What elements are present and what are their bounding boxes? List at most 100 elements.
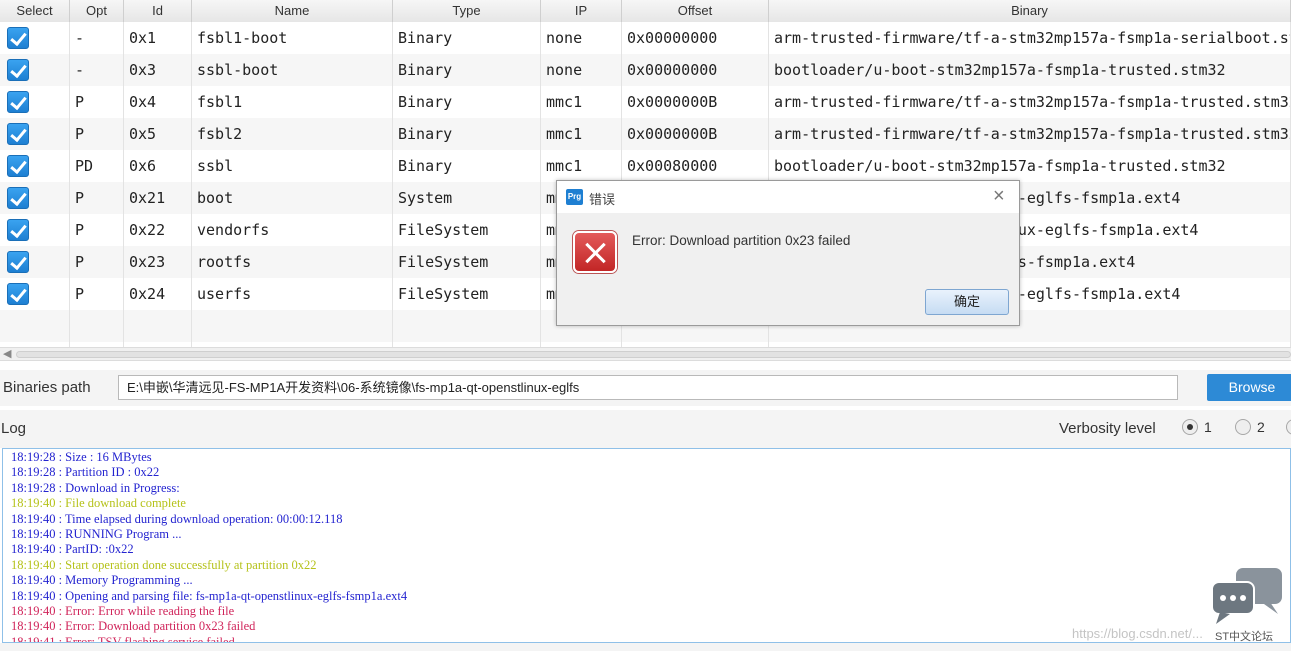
opt-cell: - — [70, 22, 124, 54]
select-checkbox[interactable] — [7, 187, 29, 209]
verbosity-label: Verbosity level — [1059, 420, 1156, 437]
binaries-path-bar: Binaries path E:\申嵌\华清远见-FS-MP1A开发资料\06-… — [0, 370, 1291, 406]
name-cell: ssbl-boot — [192, 54, 393, 86]
col-header-binary[interactable]: Binary — [769, 0, 1291, 22]
log-line: 18:19:28 : Partition ID : 0x22 — [11, 465, 160, 480]
select-cell — [0, 150, 70, 182]
select-cell — [0, 22, 70, 54]
csdn-watermark: https://blog.csdn.net/... — [1072, 626, 1203, 641]
select-checkbox[interactable] — [7, 219, 29, 241]
col-header-id[interactable]: Id — [124, 0, 192, 22]
ip-cell: none — [541, 22, 622, 54]
select-cell — [0, 246, 70, 278]
opt-cell: PD — [70, 150, 124, 182]
error-dialog: Prg 错误 × Error: Download partition 0x23 … — [556, 180, 1020, 326]
select-cell — [0, 86, 70, 118]
select-cell — [0, 118, 70, 150]
id-cell: 0x22 — [124, 214, 192, 246]
scrollbar-thumb[interactable] — [16, 351, 1291, 358]
select-checkbox[interactable] — [7, 59, 29, 81]
name-cell: fsbl2 — [192, 118, 393, 150]
opt-cell: P — [70, 278, 124, 310]
select-cell — [0, 310, 70, 342]
select-cell — [0, 214, 70, 246]
opt-cell — [70, 310, 124, 342]
select-checkbox[interactable] — [7, 251, 29, 273]
ok-button[interactable]: 确定 — [925, 289, 1009, 315]
select-checkbox[interactable] — [7, 123, 29, 145]
binary-cell: arm-trusted-firmware/tf-a-stm32mp157a-fs… — [769, 22, 1291, 54]
log-line: 18:19:40 : Error: Download partition 0x2… — [11, 619, 256, 634]
verbosity-radio-1[interactable] — [1182, 419, 1198, 435]
select-cell — [0, 278, 70, 310]
id-cell: 0x6 — [124, 150, 192, 182]
type-cell: Binary — [393, 118, 541, 150]
id-cell: 0x4 — [124, 86, 192, 118]
ip-cell: mmc1 — [541, 86, 622, 118]
select-checkbox[interactable] — [7, 27, 29, 49]
name-cell: userfs — [192, 278, 393, 310]
dialog-titlebar[interactable]: Prg 错误 × — [557, 181, 1019, 213]
table-row[interactable]: P 0x4 fsbl1 Binary mmc1 0x0000000B arm-trusted… — [0, 86, 1291, 118]
select-cell — [0, 182, 70, 214]
table-horizontal-scrollbar[interactable]: ◀ — [0, 347, 1291, 361]
select-checkbox[interactable] — [7, 155, 29, 177]
log-label: Log — [1, 420, 27, 437]
opt-cell: P — [70, 118, 124, 150]
type-cell: Binary — [393, 86, 541, 118]
select-checkbox[interactable] — [7, 91, 29, 113]
col-header-select[interactable]: Select — [0, 0, 70, 22]
log-header: Log Verbosity level 1 2 — [0, 410, 1291, 448]
id-cell: 0x21 — [124, 182, 192, 214]
offset-cell: 0x0000000B — [622, 86, 769, 118]
bottom-strip — [0, 643, 1291, 651]
id-cell: 0x24 — [124, 278, 192, 310]
opt-cell: - — [70, 54, 124, 86]
close-icon[interactable]: × — [993, 185, 1005, 207]
app-icon: Prg — [566, 189, 583, 205]
binary-cell: arm-trusted-firmware/tf-a-stm32mp157a-fs… — [769, 118, 1291, 150]
log-line: 18:19:40 : Time elapsed during download … — [11, 511, 343, 526]
type-cell: FileSystem — [393, 278, 541, 310]
log-line: 18:19:40 : Start operation done successf… — [11, 557, 317, 572]
type-cell: System — [393, 182, 541, 214]
binaries-path-field[interactable]: E:\申嵌\华清远见-FS-MP1A开发资料\06-系统镜像\fs-mp1a-q… — [118, 375, 1178, 400]
type-cell: Binary — [393, 150, 541, 182]
col-header-offset[interactable]: Offset — [622, 0, 769, 22]
col-header-ip[interactable]: IP — [541, 0, 622, 22]
table-row[interactable]: PD 0x6 ssbl Binary mmc1 0x00080000 bootloader/… — [0, 150, 1291, 182]
ip-cell: mmc1 — [541, 118, 622, 150]
log-line: 18:19:28 : Download in Progress: — [11, 480, 180, 495]
log-line: 18:19:40 : RUNNING Program ... — [11, 527, 182, 542]
chat-bubble-icon — [1212, 568, 1282, 624]
log-line: 18:19:40 : Opening and parsing file: fs-… — [11, 588, 408, 603]
log-line: 18:19:40 : PartID: :0x22 — [11, 542, 134, 557]
log-line: 18:19:40 : Memory Programming ... — [11, 573, 193, 588]
binaries-path-label: Binaries path — [3, 379, 91, 396]
offset-cell: 0x00000000 — [622, 22, 769, 54]
dialog-message: Error: Download partition 0x23 failed — [632, 233, 851, 248]
log-output[interactable]: 18:19:28 : Size : 16 MBytes 18:19:28 : Pa… — [2, 448, 1291, 643]
name-cell: fsbl1-boot — [192, 22, 393, 54]
forum-watermark: ST中文论坛 — [1215, 631, 1274, 643]
name-cell: boot — [192, 182, 393, 214]
ip-cell: none — [541, 54, 622, 86]
select-cell — [0, 54, 70, 86]
table-row[interactable]: -0x1 fsbl1-boot Binary none 0x00000000 arm-tr… — [0, 22, 1291, 54]
id-cell: 0x1 — [124, 22, 192, 54]
binary-cell: bootloader/u-boot-stm32mp157a-fsmp1a-tru… — [769, 150, 1291, 182]
type-cell: FileSystem — [393, 246, 541, 278]
browse-button[interactable]: Browse — [1207, 374, 1291, 401]
verbosity-radio-3[interactable] — [1286, 419, 1291, 435]
col-header-opt[interactable]: Opt — [70, 0, 124, 22]
opt-cell: P — [70, 214, 124, 246]
select-checkbox[interactable] — [7, 283, 29, 305]
table-row[interactable]: P 0x5 fsbl2 Binary mmc1 0x0000000B arm-trusted… — [0, 118, 1291, 150]
verbosity-radio-2[interactable] — [1235, 419, 1251, 435]
col-header-name[interactable]: Name — [192, 0, 393, 22]
table-row[interactable]: -0x3 ssbl-boot Binary none 0x00000000 bootloa… — [0, 54, 1291, 86]
opt-cell: P — [70, 86, 124, 118]
scroll-left-icon[interactable]: ◀ — [3, 347, 11, 360]
col-header-type[interactable]: Type — [393, 0, 541, 22]
name-cell: ssbl — [192, 150, 393, 182]
